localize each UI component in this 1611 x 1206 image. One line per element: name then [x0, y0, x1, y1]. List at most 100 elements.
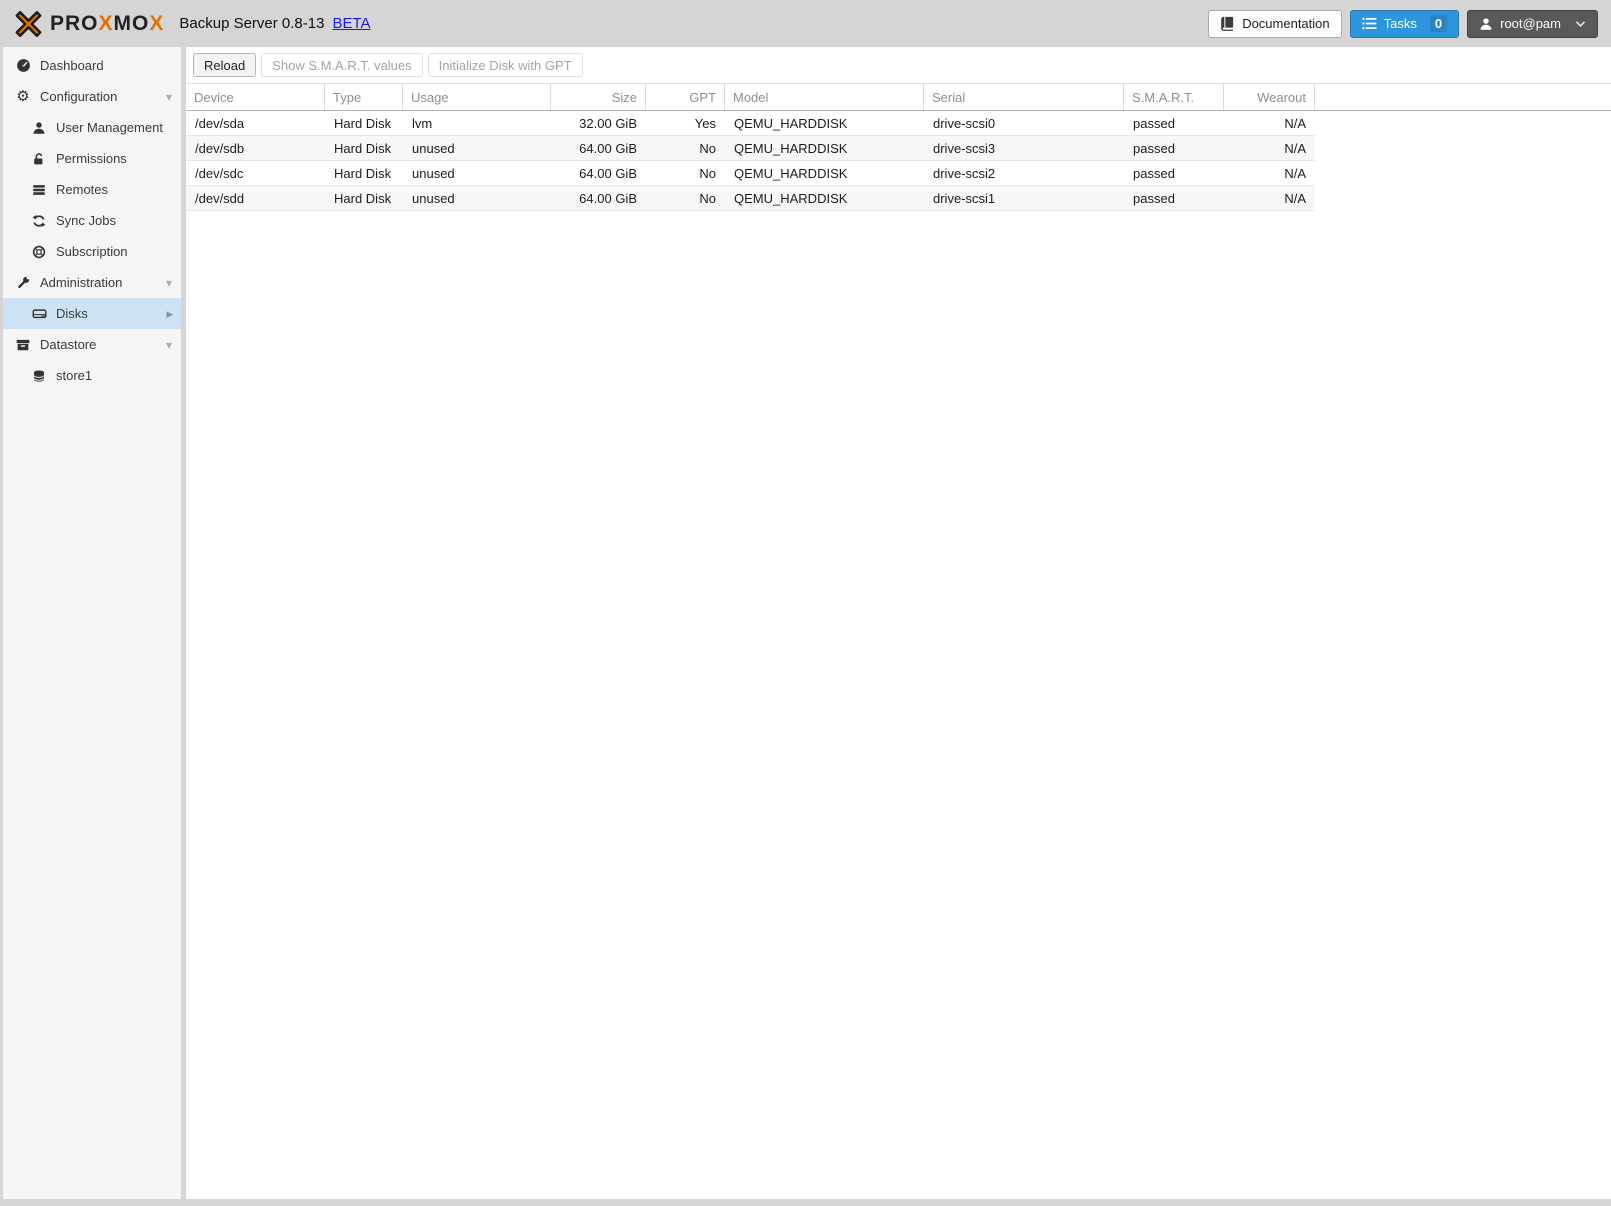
- initialize-disk-with-gpt-button[interactable]: Initialize Disk with GPT: [427, 53, 583, 77]
- chevron-down-icon: [1575, 20, 1586, 28]
- table-cell: /dev/sdb: [195, 140, 245, 156]
- sidebar-item-configuration[interactable]: ⚙ Configuration ▾: [3, 81, 181, 112]
- proxmox-logo: PROXMOX: [10, 6, 164, 42]
- table-cell: Hard Disk: [334, 115, 392, 131]
- table-cell: lvm: [412, 115, 433, 131]
- collapse-caret-icon[interactable]: ▾: [166, 277, 172, 289]
- column-header-size[interactable]: Size: [551, 84, 646, 110]
- table-cell: drive-scsi1: [933, 190, 996, 206]
- disks-toolbar: Reload Show S.M.A.R.T. values Initialize D…: [186, 47, 1611, 83]
- header-actions: Documentation Tasks 0 root@pam: [1208, 9, 1598, 38]
- sidebar-item-store1[interactable]: store1: [3, 360, 181, 391]
- sidebar-item-datastore[interactable]: Datastore ▾: [3, 329, 181, 360]
- table-cell: N/A: [1284, 140, 1306, 156]
- table-cell: Hard Disk: [334, 190, 392, 206]
- content-panel: Reload Show S.M.A.R.T. values Initialize D…: [186, 47, 1611, 1199]
- task-list-icon: [1361, 17, 1377, 30]
- column-header-gpt[interactable]: GPT: [646, 84, 725, 110]
- table-row-dev-sdb[interactable]: /dev/sdb Hard Disk unused 64.00 GiB No QEMU_H…: [186, 136, 1315, 161]
- navigation-sidebar: Dashboard ⚙ Configuration ▾ User Management P…: [3, 47, 181, 1199]
- gears-icon: ⚙: [16, 88, 30, 105]
- collapse-caret-icon[interactable]: ▾: [166, 339, 172, 351]
- sidebar-item-remotes[interactable]: Remotes: [3, 174, 181, 205]
- database-icon: [29, 369, 49, 383]
- sidebar-item-user-management[interactable]: User Management: [3, 112, 181, 143]
- sidebar-item-disks[interactable]: Disks ▸: [3, 298, 181, 329]
- main-area: Dashboard ⚙ Configuration ▾ User Management P…: [3, 47, 1611, 1199]
- lifering-icon: [29, 245, 49, 259]
- table-cell: N/A: [1284, 190, 1306, 206]
- table-cell: 32.00 GiB: [579, 115, 637, 131]
- beta-link[interactable]: BETA: [332, 15, 370, 32]
- table-cell: 64.00 GiB: [579, 165, 637, 181]
- tasks-count-badge: 0: [1429, 15, 1448, 32]
- table-cell: N/A: [1284, 115, 1306, 131]
- sidebar-item-label: Datastore: [40, 337, 97, 352]
- column-header-usage[interactable]: Usage: [403, 84, 551, 110]
- table-cell: drive-scsi3: [933, 140, 996, 156]
- table-cell: QEMU_HARDDISK: [734, 140, 848, 156]
- sidebar-item-label: Disks: [56, 306, 88, 321]
- sidebar-item-label: User Management: [56, 120, 163, 135]
- column-header-serial[interactable]: Serial: [924, 84, 1124, 110]
- table-cell: 64.00 GiB: [579, 190, 637, 206]
- book-icon: [1220, 16, 1235, 31]
- user-menu-button[interactable]: root@pam: [1467, 9, 1598, 38]
- table-cell: unused: [412, 140, 455, 156]
- dashboard-icon: [13, 58, 33, 73]
- table-cell: No: [699, 165, 716, 181]
- column-header-s-m-a-r-t[interactable]: S.M.A.R.T.: [1124, 84, 1224, 110]
- table-row-dev-sdc[interactable]: /dev/sdc Hard Disk unused 64.00 GiB No QEMU_H…: [186, 161, 1315, 186]
- table-cell: QEMU_HARDDISK: [734, 115, 848, 131]
- column-header-type[interactable]: Type: [325, 84, 403, 110]
- documentation-button[interactable]: Documentation: [1208, 9, 1342, 38]
- table-row-dev-sdd[interactable]: /dev/sdd Hard Disk unused 64.00 GiB No QEMU_H…: [186, 186, 1315, 211]
- table-cell: /dev/sdd: [195, 190, 245, 206]
- app-window: PROXMOX Backup Server 0.8-13 BETA Docume…: [0, 0, 1611, 1206]
- sidebar-item-permissions[interactable]: Permissions: [3, 143, 181, 174]
- table-header-row: Device Type Usage Size GPT Model Serial S.M.A.R…: [186, 83, 1611, 111]
- sidebar-item-label: store1: [56, 368, 93, 383]
- hdd-icon: [29, 306, 49, 321]
- table-cell: drive-scsi2: [933, 165, 996, 181]
- table-cell: passed: [1133, 115, 1175, 131]
- sidebar-item-administration[interactable]: Administration ▾: [3, 267, 181, 298]
- table-cell: QEMU_HARDDISK: [734, 190, 848, 206]
- wrench-icon: [13, 275, 33, 290]
- table-cell: No: [699, 140, 716, 156]
- user-avatar-icon: [1479, 17, 1493, 31]
- sidebar-item-label: Remotes: [56, 182, 109, 197]
- column-header-wearout[interactable]: Wearout: [1224, 84, 1315, 110]
- top-header-bar: PROXMOX Backup Server 0.8-13 BETA Docume…: [0, 0, 1611, 47]
- table-cell: N/A: [1284, 165, 1306, 181]
- column-header-model[interactable]: Model: [725, 84, 924, 110]
- table-row-dev-sda[interactable]: /dev/sda Hard Disk lvm 32.00 GiB Yes QEMU_HAR…: [186, 111, 1315, 136]
- documentation-label: Documentation: [1242, 16, 1330, 31]
- user-icon: [29, 121, 49, 135]
- sidebar-item-sync-jobs[interactable]: Sync Jobs: [3, 205, 181, 236]
- proxmox-x-icon: [10, 6, 47, 42]
- table-cell: Hard Disk: [334, 140, 392, 156]
- table-body: /dev/sda Hard Disk lvm 32.00 GiB Yes QEMU_HAR…: [186, 111, 1611, 211]
- sidebar-item-label: Sync Jobs: [56, 213, 116, 228]
- column-header-filler: [1315, 84, 1611, 110]
- table-cell: unused: [412, 165, 455, 181]
- table-cell: unused: [412, 190, 455, 206]
- user-label: root@pam: [1500, 16, 1561, 31]
- sidebar-item-label: Subscription: [56, 244, 128, 259]
- sidebar-item-subscription[interactable]: Subscription: [3, 236, 181, 267]
- reload-button[interactable]: Reload: [193, 53, 257, 77]
- sync-icon: [29, 214, 49, 228]
- tasks-button[interactable]: Tasks 0: [1349, 9, 1460, 38]
- collapse-caret-icon[interactable]: ▾: [166, 91, 172, 103]
- page-title: Backup Server 0.8-13: [179, 15, 325, 32]
- sidebar-item-label: Permissions: [56, 151, 127, 166]
- show-s-m-a-r-t-values-button[interactable]: Show S.M.A.R.T. values: [261, 53, 423, 77]
- table-cell: /dev/sdc: [195, 165, 244, 181]
- column-header-device[interactable]: Device: [186, 84, 325, 110]
- table-cell: drive-scsi0: [933, 115, 996, 131]
- sidebar-item-label: Administration: [40, 275, 123, 290]
- sidebar-item-dashboard[interactable]: Dashboard: [3, 50, 181, 81]
- table-cell: passed: [1133, 140, 1175, 156]
- table-cell: passed: [1133, 190, 1175, 206]
